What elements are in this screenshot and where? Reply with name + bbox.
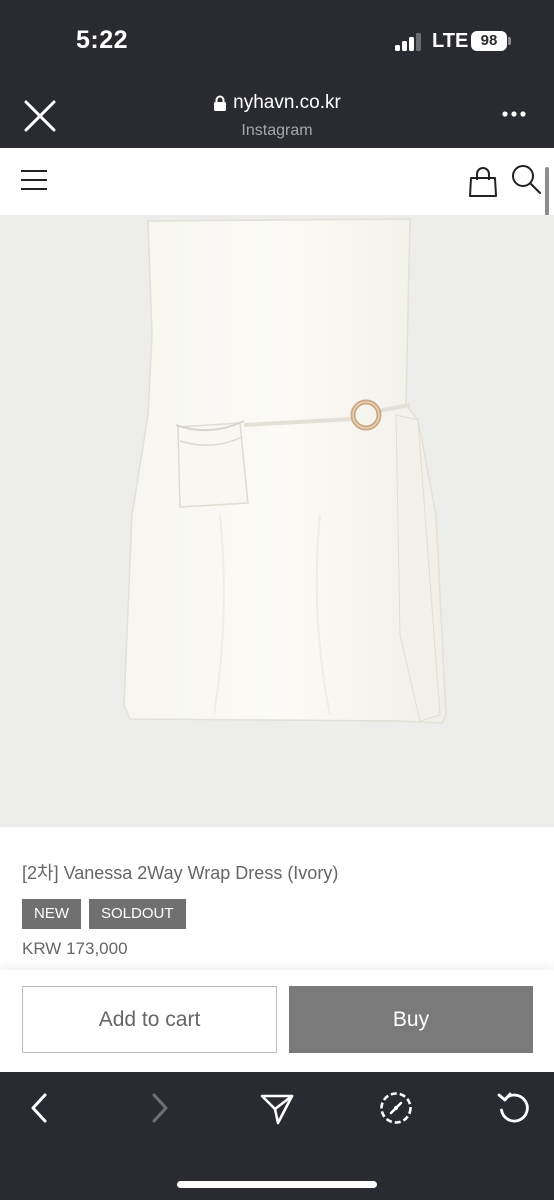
cart-button[interactable] — [468, 166, 498, 198]
search-icon — [512, 165, 541, 194]
back-button[interactable] — [22, 1090, 58, 1126]
battery-icon: 98 — [471, 31, 507, 51]
menu-icon — [21, 170, 47, 190]
forward-button[interactable] — [141, 1090, 177, 1126]
browser-header: nyhavn.co.kr Instagram — [0, 82, 554, 148]
share-icon — [260, 1094, 294, 1125]
new-badge: NEW — [22, 899, 81, 929]
dress-image — [123, 218, 447, 724]
share-button[interactable] — [259, 1090, 295, 1126]
add-to-cart-button[interactable]: Add to cart — [22, 986, 277, 1053]
home-indicator[interactable] — [177, 1181, 377, 1188]
battery-level: 98 — [480, 32, 498, 49]
badge-list: NEW SOLDOUT — [22, 899, 186, 929]
status-time: 5:22 — [76, 26, 129, 54]
site-header — [0, 148, 554, 217]
purchase-bar: Add to cart Buy — [0, 970, 554, 1072]
soldout-badge: SOLDOUT — [89, 899, 186, 929]
scrollbar[interactable] — [545, 167, 549, 217]
shopping-bag-icon — [469, 167, 497, 197]
url-source: Instagram — [241, 122, 313, 139]
reload-button[interactable] — [496, 1090, 532, 1126]
web-page: [2차] Vanessa 2Way Wrap Dress (Ivory) NEW… — [0, 148, 554, 1072]
more-button[interactable] — [500, 104, 530, 124]
network-type: LTE — [432, 30, 469, 52]
product-price: KRW 173,000 — [22, 939, 128, 958]
url-text: nyhavn.co.kr — [233, 92, 341, 113]
product-name[interactable]: [2차] Vanessa 2Way Wrap Dress (Ivory) — [22, 859, 338, 885]
more-icon — [502, 111, 526, 117]
reload-icon — [497, 1092, 529, 1123]
buy-button[interactable]: Buy — [289, 986, 533, 1053]
forward-icon — [152, 1093, 168, 1123]
back-icon — [31, 1093, 47, 1123]
lock-icon — [214, 95, 227, 111]
search-button[interactable] — [510, 163, 542, 195]
open-in-safari-button[interactable] — [378, 1090, 414, 1126]
menu-button[interactable] — [20, 168, 48, 192]
signal-icon — [395, 33, 421, 51]
url-area[interactable]: nyhavn.co.kr Instagram — [0, 92, 554, 140]
product-image[interactable] — [0, 215, 554, 827]
battery-tip — [508, 37, 511, 45]
safari-icon — [380, 1092, 412, 1124]
status-bar: 5:22 LTE 98 — [0, 0, 554, 82]
